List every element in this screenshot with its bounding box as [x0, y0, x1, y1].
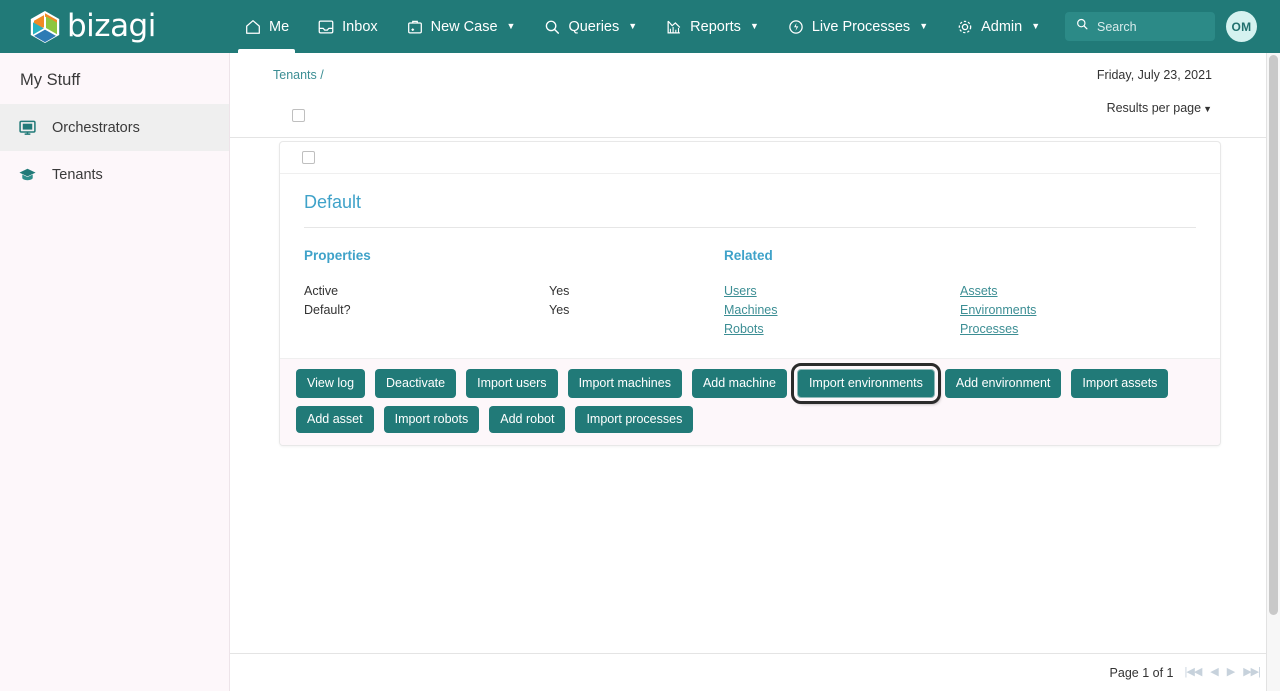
nav-label-inbox: Inbox	[342, 18, 378, 35]
breadcrumb[interactable]: Tenants /	[273, 68, 324, 82]
page-scrollbar[interactable]	[1266, 53, 1280, 691]
bizagi-logo-icon	[29, 8, 61, 45]
view-log-button[interactable]: View log	[296, 369, 366, 398]
new-case-icon	[406, 18, 424, 36]
pagination-footer: Page 1 of 1 |◀◀ ◀ ▶ ▶▶|	[230, 653, 1280, 691]
chevron-down-icon: ▼	[628, 21, 638, 31]
sidebar-item-tenants[interactable]: Tenants	[0, 151, 229, 198]
chevron-down-icon: ▼	[1203, 104, 1212, 114]
related-link-robots[interactable]: Robots	[724, 320, 960, 339]
chevron-down-icon: ▼	[1031, 21, 1041, 31]
import-machines-button[interactable]: Import machines	[567, 369, 682, 398]
nav-item-me[interactable]: Me	[230, 0, 303, 53]
tenant-row-checkbox[interactable]	[302, 151, 315, 164]
related-link-users[interactable]: Users	[724, 282, 960, 301]
sidebar-label-tenants: Tenants	[52, 166, 103, 183]
first-page-icon[interactable]: |◀◀	[1185, 667, 1203, 678]
sidebar-label-orchestrators: Orchestrators	[52, 119, 140, 136]
tenant-card: Default Properties Active Yes Default? Y…	[279, 141, 1221, 446]
property-row: Default? Yes	[304, 301, 724, 320]
header-divider	[230, 137, 1280, 138]
next-page-icon[interactable]: ▶	[1227, 667, 1236, 678]
add-machine-button[interactable]: Add machine	[691, 369, 787, 398]
card-checkbox-row	[280, 142, 1220, 174]
related-link-machines[interactable]: Machines	[724, 301, 960, 320]
current-date: Friday, July 23, 2021	[1096, 68, 1212, 82]
search-icon	[543, 18, 561, 36]
nav-item-queries[interactable]: Queries ▼	[529, 0, 651, 53]
import-processes-button[interactable]: Import processes	[575, 406, 694, 433]
nav-item-inbox[interactable]: Inbox	[303, 0, 391, 53]
card-columns: Properties Active Yes Default? Yes Relat…	[304, 228, 1196, 339]
sidebar-item-orchestrators[interactable]: Orchestrators	[0, 104, 229, 151]
nav-item-reports[interactable]: Reports ▼	[651, 0, 773, 53]
primary-nav: Me Inbox New Case ▼ Queries ▼ Reports ▼ …	[230, 0, 1054, 53]
related-link-environments[interactable]: Environments	[960, 301, 1196, 320]
main-content: Tenants / Friday, July 23, 2021 Results …	[230, 53, 1280, 691]
page-indicator: Page 1 of 1	[1109, 665, 1174, 680]
monitor-icon	[16, 118, 38, 137]
related-links-left: Users Machines Robots	[724, 282, 960, 339]
prev-page-icon[interactable]: ◀	[1210, 667, 1219, 678]
nav-label-reports: Reports	[690, 18, 741, 35]
card-action-buttons: View log Deactivate Import users Import …	[280, 358, 1220, 445]
sidebar-title: My Stuff	[20, 71, 81, 89]
deactivate-button[interactable]: Deactivate	[375, 369, 457, 398]
add-environment-button[interactable]: Add environment	[944, 369, 1062, 398]
card-body: Default Properties Active Yes Default? Y…	[280, 174, 1220, 339]
related-heading: Related	[724, 248, 773, 263]
avatar[interactable]: OM	[1226, 11, 1257, 42]
search-input[interactable]	[1097, 19, 1207, 34]
property-key: Default?	[304, 303, 351, 317]
related-link-assets[interactable]: Assets	[960, 282, 1196, 301]
related-link-processes[interactable]: Processes	[960, 320, 1196, 339]
nav-label-admin: Admin	[981, 18, 1023, 35]
sidebar: My Stuff Orchestrators Tenants	[0, 53, 230, 691]
property-row: Active Yes	[304, 282, 724, 301]
add-asset-button[interactable]: Add asset	[296, 406, 374, 433]
global-search[interactable]	[1065, 12, 1215, 41]
properties-column: Properties Active Yes Default? Yes	[304, 248, 724, 339]
related-links-right: Assets Environments Processes	[960, 282, 1196, 339]
property-value: Yes	[549, 303, 570, 317]
related-column: Related Users Machines Robots Assets Env…	[724, 248, 1196, 339]
nav-item-live-processes[interactable]: Live Processes ▼	[773, 0, 942, 53]
reports-icon	[665, 18, 683, 36]
graduation-cap-icon	[16, 165, 38, 184]
inbox-icon	[317, 18, 335, 36]
nav-label-live-processes: Live Processes	[811, 18, 911, 35]
scrollbar-thumb[interactable]	[1269, 55, 1278, 615]
property-key: Active	[304, 284, 339, 298]
nav-item-admin[interactable]: Admin ▼	[942, 0, 1054, 53]
results-per-page-dropdown[interactable]: Results per page ▼	[1107, 101, 1212, 115]
nav-label-me: Me	[269, 18, 290, 35]
chevron-down-icon: ▼	[749, 21, 759, 31]
last-page-icon[interactable]: ▶▶|	[1243, 667, 1261, 678]
brand-name: bizagi	[67, 8, 156, 44]
nav-item-new-case[interactable]: New Case ▼	[392, 0, 530, 53]
property-value: Yes	[549, 284, 570, 298]
chevron-down-icon: ▼	[919, 21, 929, 31]
import-assets-button[interactable]: Import assets	[1071, 369, 1169, 398]
chevron-down-icon: ▼	[506, 21, 516, 31]
live-processes-icon	[787, 18, 805, 36]
avatar-initials: OM	[1231, 19, 1252, 34]
pagination-controls: |◀◀ ◀ ▶ ▶▶|	[1185, 667, 1261, 678]
gear-icon	[956, 18, 974, 36]
properties-heading: Properties	[304, 248, 371, 263]
import-users-button[interactable]: Import users	[466, 369, 558, 398]
nav-label-queries: Queries	[568, 18, 620, 35]
brand-logo[interactable]: bizagi	[0, 0, 230, 53]
search-icon	[1075, 17, 1089, 36]
import-environments-button[interactable]: Import environments	[790, 363, 941, 404]
add-robot-button[interactable]: Add robot	[489, 406, 566, 433]
import-robots-button[interactable]: Import robots	[383, 406, 480, 433]
select-all-checkbox[interactable]	[292, 109, 305, 122]
home-icon	[244, 18, 262, 36]
top-navigation-bar: bizagi Me Inbox New Case ▼ Queries ▼ Rep…	[0, 0, 1280, 53]
nav-label-new-case: New Case	[430, 18, 498, 35]
results-per-page-label: Results per page	[1106, 101, 1202, 115]
card-title: Default	[304, 192, 1196, 228]
related-links-grid: Users Machines Robots Assets Environment…	[724, 282, 1196, 339]
